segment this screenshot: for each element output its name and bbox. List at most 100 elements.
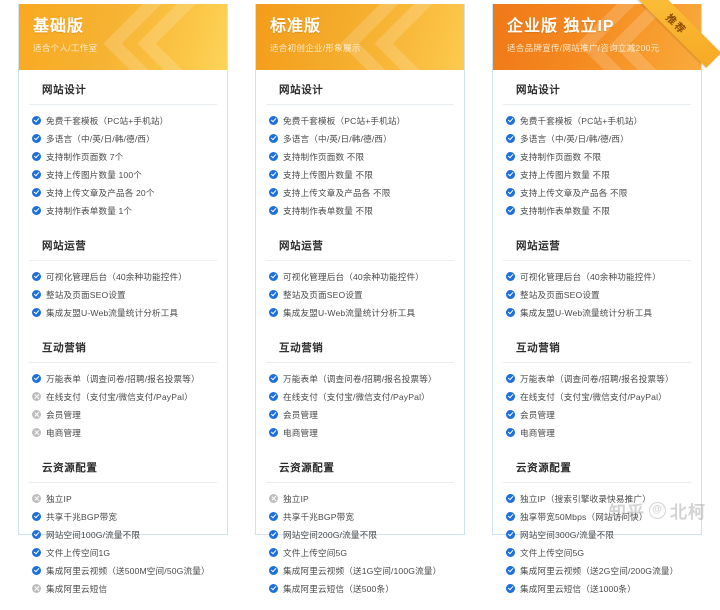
- section-title: 网站设计: [266, 72, 454, 105]
- list-item: 支持制作页面数 不限: [256, 148, 464, 166]
- section-interactive-marketing: 互动营销 万能表单（调查问卷/招聘/报名投票等） 在线支付（支付宝/微信支付/P…: [19, 330, 227, 448]
- feature-label: 独立IP: [283, 493, 309, 504]
- list-item: 支持上传文章及产品各 不限: [256, 184, 464, 202]
- section-title: 网站设计: [503, 72, 691, 105]
- list-item: 支持制作表单数量 1个: [19, 202, 227, 220]
- list-item: 会员管理: [19, 406, 227, 424]
- check-circle-icon: [269, 428, 278, 437]
- check-circle-icon: [269, 134, 278, 143]
- check-circle-icon: [506, 494, 515, 503]
- check-circle-icon: [32, 116, 41, 125]
- feature-label: 集成阿里云视频（送2G空间/200G流量）: [520, 565, 679, 576]
- plan-card-enterprise[interactable]: 推荐 企业版 独立IP 适合品牌宣传/网站推广/咨询立减200元 网站设计 免费…: [492, 0, 720, 594]
- check-circle-icon: [269, 170, 278, 179]
- pricing-plans-board: 基础版 适合个人/工作室 网站设计 免费千套模板（PC站+手机站） 多语言（中/…: [0, 0, 720, 594]
- plan-body-standard: 网站设计 免费千套模板（PC站+手机站） 多语言（中/英/日/韩/德/西） 支持…: [256, 72, 464, 610]
- feature-label: 集成友盟U-Web流量统计分析工具: [283, 307, 416, 318]
- check-circle-icon: [506, 566, 515, 575]
- feature-label: 多语言（中/英/日/韩/德/西）: [520, 133, 629, 144]
- feature-label: 可视化管理后台（40余种功能控件）: [520, 271, 662, 282]
- check-circle-icon: [506, 206, 515, 215]
- plan-subtitle: 适合初创企业/形象展示: [270, 43, 361, 53]
- section-title: 网站运营: [29, 228, 217, 261]
- section-website-design: 网站设计 免费千套模板（PC站+手机站） 多语言（中/英/日/韩/德/西） 支持…: [493, 72, 701, 226]
- check-circle-icon: [269, 374, 278, 383]
- feature-label: 电商管理: [283, 427, 318, 438]
- check-circle-icon: [506, 392, 515, 401]
- list-item: 可视化管理后台（40余种功能控件）: [493, 268, 701, 286]
- list-item: 多语言（中/英/日/韩/德/西）: [493, 130, 701, 148]
- section-title: 云资源配置: [503, 450, 691, 483]
- cross-circle-icon: [32, 584, 41, 593]
- feature-label: 免费千套模板（PC站+手机站）: [283, 115, 406, 126]
- list-item: 会员管理: [256, 406, 464, 424]
- feature-label: 支持制作页面数 7个: [46, 151, 124, 162]
- list-item: 支持上传文章及产品各 20个: [19, 184, 227, 202]
- check-circle-icon: [506, 170, 515, 179]
- check-circle-icon: [269, 308, 278, 317]
- list-item: 整站及页面SEO设置: [493, 286, 701, 304]
- list-item: 在线支付（支付宝/微信支付/PayPal）: [19, 388, 227, 406]
- feature-label: 文件上传空间1G: [46, 547, 111, 558]
- plan-card-basic[interactable]: 基础版 适合个人/工作室 网站设计 免费千套模板（PC站+手机站） 多语言（中/…: [18, 4, 228, 594]
- list-item: 支持上传图片数量 不限: [256, 166, 464, 184]
- feature-label: 可视化管理后台（40余种功能控件）: [283, 271, 425, 282]
- section-website-operation: 网站运营 可视化管理后台（40余种功能控件） 整站及页面SEO设置 集成友盟U-…: [256, 228, 464, 328]
- section-interactive-marketing: 互动营销 万能表单（调查问卷/招聘/报名投票等） 在线支付（支付宝/微信支付/P…: [256, 330, 464, 448]
- plan-header-standard: 标准版 适合初创企业/形象展示: [256, 4, 464, 70]
- check-circle-icon: [506, 152, 515, 161]
- plan-body-basic: 网站设计 免费千套模板（PC站+手机站） 多语言（中/英/日/韩/德/西） 支持…: [19, 72, 227, 610]
- feature-label: 支持制作表单数量 不限: [520, 205, 610, 216]
- cross-circle-icon: [32, 428, 41, 437]
- feature-label: 整站及页面SEO设置: [46, 289, 126, 300]
- check-circle-icon: [32, 134, 41, 143]
- feature-label: 支持制作表单数量 不限: [283, 205, 373, 216]
- list-item: 共享千兆BGP带宽: [19, 508, 227, 526]
- list-item: 独享带宽50Mbps（网站访问快）: [493, 508, 701, 526]
- list-item: 集成友盟U-Web流量统计分析工具: [493, 304, 701, 322]
- check-circle-icon: [506, 428, 515, 437]
- list-item: 集成阿里云视频（送500M空间/50G流量）: [19, 562, 227, 580]
- plan-title: 基础版: [33, 18, 85, 35]
- list-item: 独立IP: [256, 490, 464, 508]
- check-circle-icon: [269, 290, 278, 299]
- list-item: 电商管理: [256, 424, 464, 442]
- list-item: 在线支付（支付宝/微信支付/PayPal）: [256, 388, 464, 406]
- feature-label: 共享千兆BGP带宽: [283, 511, 355, 522]
- check-circle-icon: [269, 116, 278, 125]
- section-cloud-resources: 云资源配置 独立IP（搜索引擎收录快易推广） 独享带宽50Mbps（网站访问快）…: [493, 450, 701, 604]
- section-title: 互动营销: [29, 330, 217, 363]
- check-circle-icon: [269, 188, 278, 197]
- list-item: 多语言（中/英/日/韩/德/西）: [256, 130, 464, 148]
- check-circle-icon: [32, 170, 41, 179]
- feature-label: 独立IP: [46, 493, 72, 504]
- cross-circle-icon: [32, 410, 41, 419]
- check-circle-icon: [269, 512, 278, 521]
- feature-label: 万能表单（调查问卷/招聘/报名投票等）: [520, 373, 674, 384]
- feature-label: 支持上传图片数量 不限: [283, 169, 373, 180]
- section-website-operation: 网站运营 可视化管理后台（40余种功能控件） 整站及页面SEO设置 集成友盟U-…: [493, 228, 701, 328]
- feature-label: 万能表单（调查问卷/招聘/报名投票等）: [46, 373, 200, 384]
- check-circle-icon: [32, 290, 41, 299]
- list-item: 文件上传空间5G: [493, 544, 701, 562]
- list-item: 支持制作表单数量 不限: [493, 202, 701, 220]
- list-item: 会员管理: [493, 406, 701, 424]
- check-circle-icon: [32, 548, 41, 557]
- plan-card-standard[interactable]: 标准版 适合初创企业/形象展示 网站设计 免费千套模板（PC站+手机站） 多语言…: [255, 4, 465, 594]
- feature-label: 整站及页面SEO设置: [520, 289, 600, 300]
- check-circle-icon: [32, 308, 41, 317]
- check-circle-icon: [506, 374, 515, 383]
- feature-list: 免费千套模板（PC站+手机站） 多语言（中/英/日/韩/德/西） 支持制作页面数…: [19, 105, 227, 226]
- plan-body-enterprise: 网站设计 免费千套模板（PC站+手机站） 多语言（中/英/日/韩/德/西） 支持…: [493, 72, 701, 610]
- cross-circle-icon: [269, 494, 278, 503]
- feature-label: 集成友盟U-Web流量统计分析工具: [520, 307, 653, 318]
- feature-label: 支持上传文章及产品各 不限: [283, 187, 391, 198]
- list-item: 集成阿里云短信（送500条）: [256, 580, 464, 598]
- list-item: 免费千套模板（PC站+手机站）: [19, 112, 227, 130]
- check-circle-icon: [269, 410, 278, 419]
- chevron-decoration-icon: [340, 4, 464, 70]
- check-circle-icon: [32, 512, 41, 521]
- feature-label: 可视化管理后台（40余种功能控件）: [46, 271, 188, 282]
- feature-label: 在线支付（支付宝/微信支付/PayPal）: [520, 391, 667, 402]
- list-item: 在线支付（支付宝/微信支付/PayPal）: [493, 388, 701, 406]
